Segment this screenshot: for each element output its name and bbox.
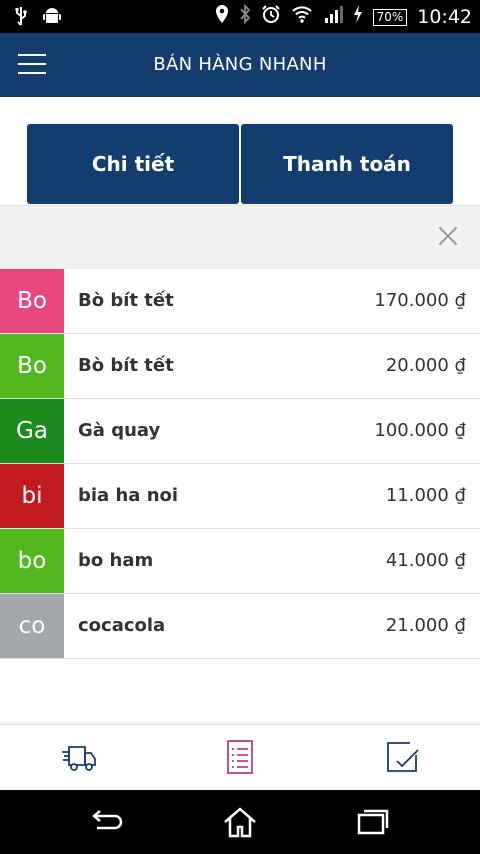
- item-avatar: Ga: [0, 399, 64, 463]
- android-icon: [42, 6, 62, 32]
- item-name: bia ha noi: [78, 485, 179, 506]
- item-price: 20.000 ₫: [385, 355, 466, 376]
- app-bar: BÁN HÀNG NHANH: [0, 33, 480, 97]
- back-icon[interactable]: [89, 806, 125, 838]
- recent-apps-icon[interactable]: [355, 806, 391, 838]
- item-name: Bò bít tết: [78, 290, 174, 311]
- usb-icon: [14, 6, 28, 32]
- list-item[interactable]: bo bo ham 41.000 ₫: [0, 529, 480, 594]
- checklist-icon[interactable]: [384, 739, 420, 775]
- list-item[interactable]: Ga Gà quay 100.000 ₫: [0, 399, 480, 464]
- item-price: 21.000 ₫: [385, 615, 466, 636]
- home-icon[interactable]: [222, 806, 258, 838]
- delivery-truck-icon[interactable]: [61, 739, 97, 775]
- item-avatar: co: [0, 594, 64, 658]
- item-name: cocacola: [78, 615, 166, 636]
- item-name: Bò bít tết: [78, 355, 174, 376]
- location-icon: [215, 4, 229, 30]
- item-avatar: Bo: [0, 334, 64, 398]
- charging-icon: [353, 4, 363, 30]
- search-bar[interactable]: [0, 205, 480, 270]
- list-item[interactable]: Bo Bò bít tết 20.000 ₫: [0, 334, 480, 399]
- bottom-nav: [0, 724, 480, 791]
- signal-icon: [323, 4, 343, 30]
- action-buttons: Chi tiết Thanh toán: [27, 124, 453, 204]
- list-item[interactable]: Bo Bò bít tết 170.000 ₫: [0, 269, 480, 334]
- list-item[interactable]: co cocacola 21.000 ₫: [0, 594, 480, 659]
- item-name: Gà quay: [78, 420, 161, 441]
- battery-indicator: 70%: [372, 8, 408, 26]
- order-list-icon[interactable]: [222, 739, 258, 775]
- item-avatar: bo: [0, 529, 64, 593]
- system-nav-bar: [0, 790, 480, 854]
- item-name: bo ham: [78, 550, 154, 571]
- wifi-icon: [291, 4, 313, 30]
- bluetooth-icon: [239, 3, 251, 30]
- clock: 10:42: [417, 6, 472, 28]
- item-list: Bo Bò bít tết 170.000 ₫ Bo Bò bít tết 20…: [0, 269, 480, 659]
- item-price: 41.000 ₫: [385, 550, 466, 571]
- item-avatar: bi: [0, 464, 64, 528]
- item-avatar: Bo: [0, 269, 64, 333]
- page-title: BÁN HÀNG NHANH: [153, 54, 327, 75]
- menu-icon[interactable]: [18, 54, 46, 76]
- detail-button[interactable]: Chi tiết: [27, 124, 239, 204]
- status-bar: 70% 10:42: [0, 0, 480, 33]
- item-price: 11.000 ₫: [385, 485, 466, 506]
- item-price: 100.000 ₫: [374, 420, 466, 441]
- close-icon[interactable]: [436, 224, 460, 248]
- list-item[interactable]: bi bia ha noi 11.000 ₫: [0, 464, 480, 529]
- payment-button[interactable]: Thanh toán: [241, 124, 453, 204]
- item-price: 170.000 ₫: [374, 290, 466, 311]
- alarm-icon: [261, 4, 281, 30]
